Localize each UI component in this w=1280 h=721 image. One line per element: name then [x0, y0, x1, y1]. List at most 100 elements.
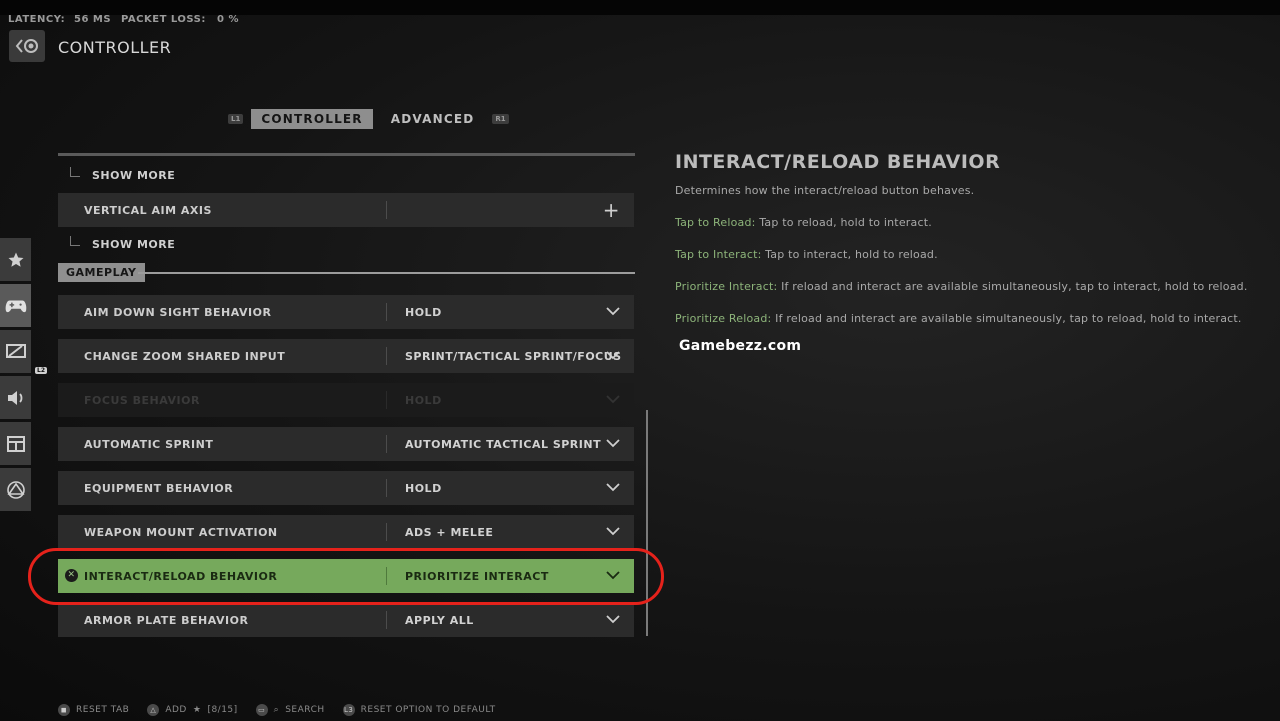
setting-label: VERTICAL AIM AXIS: [84, 203, 212, 217]
setting-label: WEAPON MOUNT ACTIVATION: [84, 525, 278, 539]
setting-row-vertical-aim-axis[interactable]: VERTICAL AIM AXIS +: [58, 193, 634, 227]
packet-loss-label: PACKET LOSS:: [121, 14, 206, 25]
option-term: Tap to Reload:: [675, 216, 756, 229]
add-favorite-hint[interactable]: △ ADD ★ [8/15]: [147, 704, 237, 716]
description-option: Prioritize Reload: If reload and interac…: [675, 312, 1242, 325]
setting-row-focus-behavior: FOCUS BEHAVIOR HOLD: [58, 383, 634, 417]
touchpad-button-icon: ◼: [58, 704, 70, 716]
sidebar-item-graphics[interactable]: [0, 330, 31, 373]
cross-button-icon: ✕: [65, 569, 78, 582]
setting-value: ADS + MELEE: [405, 525, 494, 539]
option-text: Tap to interact, hold to reload.: [761, 248, 938, 261]
r1-bumper-hint: R1: [492, 113, 509, 124]
chevron-down-icon[interactable]: [606, 482, 620, 492]
row-divider: [386, 611, 387, 629]
description-option: Prioritize Interact: If reload and inter…: [675, 280, 1248, 293]
sidebar-item-audio[interactable]: [0, 376, 31, 419]
show-more-label: SHOW MORE: [92, 238, 176, 251]
setting-row-armor-plate[interactable]: ARMOR PLATE BEHAVIOR APPLY ALL: [58, 603, 634, 637]
description-option: Tap to Reload: Tap to reload, hold to in…: [675, 216, 932, 229]
setting-row-change-zoom[interactable]: CHANGE ZOOM SHARED INPUT SPRINT/TACTICAL…: [58, 339, 634, 373]
setting-value: SPRINT/TACTICAL SPRINT/FOCUS: [405, 349, 622, 363]
star-icon: [8, 252, 23, 267]
search-icon: ⌕: [273, 705, 280, 715]
back-button[interactable]: [9, 30, 45, 62]
chevron-down-icon[interactable]: [606, 438, 620, 448]
setting-row-automatic-sprint[interactable]: AUTOMATIC SPRINT AUTOMATIC TACTICAL SPRI…: [58, 427, 634, 461]
option-text: If reload and interact are available sim…: [777, 280, 1248, 293]
setting-value: AUTOMATIC TACTICAL SPRINT: [405, 437, 602, 451]
list-scrollbar[interactable]: [646, 410, 648, 636]
tab-bar: L1 CONTROLLER ADVANCED R1: [228, 108, 509, 129]
display-icon: [5, 343, 26, 358]
latency-value: 56 MS: [74, 14, 112, 25]
setting-row-interact-reload[interactable]: ✕ INTERACT/RELOAD BEHAVIOR PRIORITIZE IN…: [58, 559, 634, 593]
footer-hints: ◼ RESET TAB △ ADD ★ [8/15] ▭ ⌕ SEARCH L3 RESET …: [58, 704, 496, 716]
page-title: CONTROLLER: [58, 38, 172, 57]
chevron-down-icon: [606, 395, 620, 404]
option-term: Prioritize Interact:: [675, 280, 778, 293]
chevron-down-icon[interactable]: [606, 570, 620, 580]
option-term: Tap to Interact:: [675, 248, 762, 261]
section-header-gameplay: GAMEPLAY: [58, 263, 635, 283]
setting-label: FOCUS BEHAVIOR: [84, 393, 200, 407]
row-divider: [386, 201, 387, 219]
chevron-down-icon[interactable]: [606, 614, 620, 624]
latency-label: LATENCY:: [8, 14, 66, 25]
setting-value: HOLD: [405, 393, 442, 407]
hint-label: ADD: [165, 705, 187, 715]
option-term: Prioritize Reload:: [675, 312, 772, 325]
gamepad-icon: [5, 300, 26, 312]
setting-row-equipment-behavior[interactable]: EQUIPMENT BEHAVIOR HOLD: [58, 471, 634, 505]
share-button-icon: ▭: [255, 704, 268, 716]
tab-controller[interactable]: CONTROLLER: [251, 108, 373, 129]
setting-row-weapon-mount[interactable]: WEAPON MOUNT ACTIVATION ADS + MELEE: [58, 515, 634, 549]
row-divider: [386, 347, 387, 365]
setting-value: HOLD: [405, 481, 442, 495]
reset-tab-hint[interactable]: ◼ RESET TAB: [58, 704, 129, 716]
triangle-button-icon: △: [147, 704, 160, 716]
watermark-text: Gamebezz.com: [679, 338, 802, 354]
row-divider: [386, 567, 387, 585]
setting-label: EQUIPMENT BEHAVIOR: [84, 481, 234, 495]
row-divider: [386, 391, 387, 409]
hint-label: SEARCH: [285, 705, 325, 715]
favorite-count: [8/15]: [207, 705, 238, 715]
expand-plus-icon[interactable]: +: [603, 198, 620, 222]
network-icon: [6, 480, 25, 499]
section-divider: [138, 272, 635, 274]
description-option: Tap to Interact: Tap to interact, hold t…: [675, 248, 938, 261]
option-text: If reload and interact are available sim…: [771, 312, 1242, 325]
show-more-link[interactable]: SHOW MORE: [70, 236, 175, 251]
top-bar: [0, 0, 1280, 15]
l3-button-icon: L3: [342, 704, 355, 716]
sidebar-item-interface[interactable]: [0, 422, 31, 465]
show-more-link[interactable]: SHOW MORE: [70, 167, 175, 182]
sidebar-item-account-network[interactable]: [0, 468, 31, 511]
row-divider: [386, 435, 387, 453]
sidebar-item-controller[interactable]: [0, 284, 31, 327]
list-top-divider: [58, 153, 635, 156]
setting-label: AIM DOWN SIGHT BEHAVIOR: [84, 305, 272, 319]
tree-corner-icon: [70, 167, 80, 177]
star-icon: ★: [192, 705, 202, 715]
reset-option-hint[interactable]: L3 RESET OPTION TO DEFAULT: [342, 704, 496, 716]
l1-bumper-hint: L1: [228, 113, 244, 124]
setting-value: APPLY ALL: [405, 613, 474, 627]
setting-label: INTERACT/RELOAD BEHAVIOR: [84, 569, 278, 583]
l2-hint: L2: [35, 367, 47, 374]
setting-label: CHANGE ZOOM SHARED INPUT: [84, 349, 286, 363]
tab-advanced[interactable]: ADVANCED: [381, 109, 485, 129]
setting-row-aim-down-sight[interactable]: AIM DOWN SIGHT BEHAVIOR HOLD: [58, 295, 634, 329]
chevron-down-icon[interactable]: [606, 526, 620, 536]
row-divider: [386, 479, 387, 497]
chevron-down-icon[interactable]: [606, 350, 620, 360]
tree-corner-icon: [70, 236, 80, 246]
sidebar-item-favorites[interactable]: [0, 238, 31, 281]
show-more-label: SHOW MORE: [92, 169, 176, 182]
section-title: GAMEPLAY: [58, 263, 145, 282]
setting-label: ARMOR PLATE BEHAVIOR: [84, 613, 249, 627]
search-hint[interactable]: ▭ ⌕ SEARCH: [255, 704, 325, 716]
chevron-down-icon[interactable]: [606, 306, 620, 316]
hint-label: RESET OPTION TO DEFAULT: [360, 705, 496, 715]
